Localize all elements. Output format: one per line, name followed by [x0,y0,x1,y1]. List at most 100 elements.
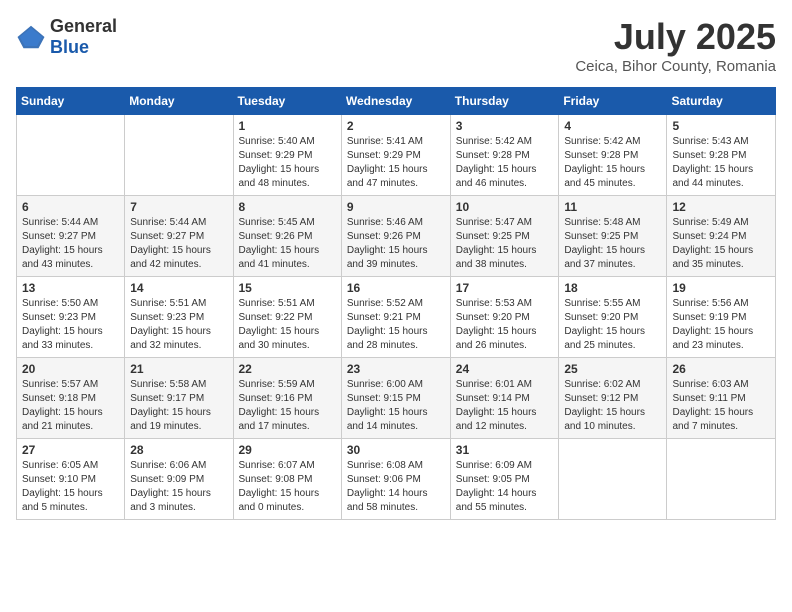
day-info: Sunrise: 6:09 AM Sunset: 9:05 PM Dayligh… [456,459,554,515]
day-info: Sunrise: 5:42 AM Sunset: 9:28 PM Dayligh… [564,135,661,191]
day-info: Sunrise: 6:03 AM Sunset: 9:11 PM Dayligh… [672,378,770,434]
calendar-header-wednesday: Wednesday [341,88,450,115]
calendar-cell: 13 Sunrise: 5:50 AM Sunset: 9:23 PM Dayli… [17,277,125,358]
day-info: Sunrise: 5:48 AM Sunset: 9:25 PM Dayligh… [564,216,661,272]
calendar-week-row: 20 Sunrise: 5:57 AM Sunset: 9:18 PM Dayli… [17,358,776,439]
day-number: 31 [456,443,554,457]
day-info: Sunrise: 5:51 AM Sunset: 9:22 PM Dayligh… [239,297,336,353]
calendar-cell: 1Sunrise: 5:40 AM Sunset: 9:29 PM Daylig… [233,115,341,196]
day-info: Sunrise: 5:47 AM Sunset: 9:25 PM Dayligh… [456,216,554,272]
day-info: Sunrise: 6:02 AM Sunset: 9:12 PM Dayligh… [564,378,661,434]
calendar-header-tuesday: Tuesday [233,88,341,115]
calendar-table: SundayMondayTuesdayWednesdayThursdayFrid… [16,87,776,520]
day-number: 8 [239,200,336,214]
day-info: Sunrise: 5:45 AM Sunset: 9:26 PM Dayligh… [239,216,336,272]
day-number: 6 [22,200,119,214]
calendar-cell [17,115,125,196]
day-number: 23 [347,362,445,376]
day-number: 22 [239,362,336,376]
day-number: 25 [564,362,661,376]
day-info: Sunrise: 6:05 AM Sunset: 9:10 PM Dayligh… [22,459,119,515]
calendar-cell: 8 Sunrise: 5:45 AM Sunset: 9:26 PM Daylig… [233,196,341,277]
title-block: July 2025 Ceica, Bihor County, Romania [575,16,776,75]
day-number: 29 [239,443,336,457]
calendar-week-row: 1Sunrise: 5:40 AM Sunset: 9:29 PM Daylig… [17,115,776,196]
day-number: 4 [564,119,661,133]
calendar-cell: 3 Sunrise: 5:42 AM Sunset: 9:28 PM Daylig… [450,115,559,196]
day-info: Sunrise: 5:58 AM Sunset: 9:17 PM Dayligh… [130,378,227,434]
day-info: Sunrise: 5:50 AM Sunset: 9:23 PM Dayligh… [22,297,119,353]
day-number: 14 [130,281,227,295]
day-info: Sunrise: 5:59 AM Sunset: 9:16 PM Dayligh… [239,378,336,434]
day-info: Sunrise: 5:49 AM Sunset: 9:24 PM Dayligh… [672,216,770,272]
day-number: 20 [22,362,119,376]
calendar-cell: 20 Sunrise: 5:57 AM Sunset: 9:18 PM Dayli… [17,358,125,439]
calendar-cell: 7 Sunrise: 5:44 AM Sunset: 9:27 PM Daylig… [125,196,233,277]
calendar-cell: 15 Sunrise: 5:51 AM Sunset: 9:22 PM Dayli… [233,277,341,358]
day-info: Sunrise: 5:56 AM Sunset: 9:19 PM Dayligh… [672,297,770,353]
calendar-cell: 14 Sunrise: 5:51 AM Sunset: 9:23 PM Dayli… [125,277,233,358]
calendar-cell: 28Sunrise: 6:06 AM Sunset: 9:09 PM Dayli… [125,439,233,520]
day-info: Sunrise: 5:51 AM Sunset: 9:23 PM Dayligh… [130,297,227,353]
calendar-cell: 18 Sunrise: 5:55 AM Sunset: 9:20 PM Dayli… [559,277,667,358]
calendar-header-row: SundayMondayTuesdayWednesdayThursdayFrid… [17,88,776,115]
day-number: 27 [22,443,119,457]
day-number: 1 [239,119,336,133]
calendar-cell: 19 Sunrise: 5:56 AM Sunset: 9:19 PM Dayli… [667,277,776,358]
day-info: Sunrise: 6:08 AM Sunset: 9:06 PM Dayligh… [347,459,445,515]
calendar-cell: 31 Sunrise: 6:09 AM Sunset: 9:05 PM Dayli… [450,439,559,520]
day-info: Sunrise: 5:57 AM Sunset: 9:18 PM Dayligh… [22,378,119,434]
calendar-cell: 6 Sunrise: 5:44 AM Sunset: 9:27 PM Daylig… [17,196,125,277]
calendar-cell: 29 Sunrise: 6:07 AM Sunset: 9:08 PM Dayli… [233,439,341,520]
day-info: Sunrise: 5:43 AM Sunset: 9:28 PM Dayligh… [672,135,770,191]
day-number: 28 [130,443,227,457]
day-number: 21 [130,362,227,376]
day-number: 5 [672,119,770,133]
calendar-cell: 11Sunrise: 5:48 AM Sunset: 9:25 PM Dayli… [559,196,667,277]
day-number: 12 [672,200,770,214]
location-title: Ceica, Bihor County, Romania [575,58,776,75]
calendar-header-saturday: Saturday [667,88,776,115]
calendar-header-monday: Monday [125,88,233,115]
logo-icon [16,22,46,52]
calendar-cell: 2Sunrise: 5:41 AM Sunset: 9:29 PM Daylig… [341,115,450,196]
day-info: Sunrise: 6:07 AM Sunset: 9:08 PM Dayligh… [239,459,336,515]
day-number: 13 [22,281,119,295]
day-number: 17 [456,281,554,295]
day-info: Sunrise: 5:46 AM Sunset: 9:26 PM Dayligh… [347,216,445,272]
day-number: 7 [130,200,227,214]
calendar-week-row: 6 Sunrise: 5:44 AM Sunset: 9:27 PM Daylig… [17,196,776,277]
calendar-cell: 17 Sunrise: 5:53 AM Sunset: 9:20 PM Dayli… [450,277,559,358]
logo-text: General Blue [50,16,117,58]
day-number: 26 [672,362,770,376]
day-info: Sunrise: 5:53 AM Sunset: 9:20 PM Dayligh… [456,297,554,353]
day-number: 30 [347,443,445,457]
logo-blue: Blue [50,37,89,57]
day-number: 9 [347,200,445,214]
day-info: Sunrise: 6:00 AM Sunset: 9:15 PM Dayligh… [347,378,445,434]
calendar-cell: 5 Sunrise: 5:43 AM Sunset: 9:28 PM Daylig… [667,115,776,196]
day-number: 15 [239,281,336,295]
calendar-cell: 9 Sunrise: 5:46 AM Sunset: 9:26 PM Daylig… [341,196,450,277]
day-number: 18 [564,281,661,295]
calendar-cell: 24Sunrise: 6:01 AM Sunset: 9:14 PM Dayli… [450,358,559,439]
page-header: General Blue July 2025 Ceica, Bihor Coun… [16,16,776,75]
day-info: Sunrise: 5:55 AM Sunset: 9:20 PM Dayligh… [564,297,661,353]
day-number: 3 [456,119,554,133]
calendar-header-friday: Friday [559,88,667,115]
day-info: Sunrise: 5:44 AM Sunset: 9:27 PM Dayligh… [130,216,227,272]
calendar-week-row: 27 Sunrise: 6:05 AM Sunset: 9:10 PM Dayli… [17,439,776,520]
calendar-cell: 30 Sunrise: 6:08 AM Sunset: 9:06 PM Dayli… [341,439,450,520]
day-info: Sunrise: 5:42 AM Sunset: 9:28 PM Dayligh… [456,135,554,191]
calendar-cell: 16Sunrise: 5:52 AM Sunset: 9:21 PM Dayli… [341,277,450,358]
calendar-cell [125,115,233,196]
day-number: 2 [347,119,445,133]
calendar-cell: 27 Sunrise: 6:05 AM Sunset: 9:10 PM Dayli… [17,439,125,520]
calendar-cell [559,439,667,520]
calendar-cell: 22 Sunrise: 5:59 AM Sunset: 9:16 PM Dayli… [233,358,341,439]
day-number: 24 [456,362,554,376]
day-info: Sunrise: 5:44 AM Sunset: 9:27 PM Dayligh… [22,216,119,272]
day-number: 19 [672,281,770,295]
day-number: 16 [347,281,445,295]
calendar-cell: 23 Sunrise: 6:00 AM Sunset: 9:15 PM Dayli… [341,358,450,439]
